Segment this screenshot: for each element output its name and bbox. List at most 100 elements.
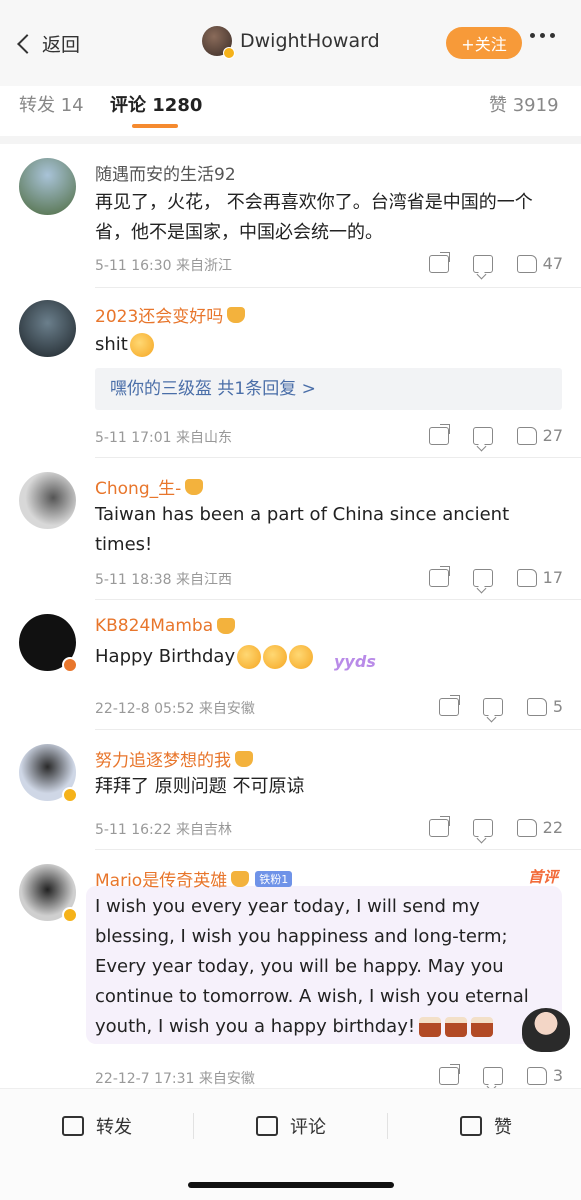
thumbs-up-icon <box>516 426 537 445</box>
vip-crown-icon <box>217 618 236 634</box>
avatar[interactable] <box>19 744 78 803</box>
comment-actions: 47 <box>428 251 563 273</box>
tab-comments[interactable]: 评论 1280 <box>110 91 202 117</box>
share-icon[interactable] <box>428 251 450 273</box>
like-button-bottom[interactable]: 赞 <box>460 1113 512 1139</box>
cake-emoji-icon <box>471 1017 494 1037</box>
reply-icon[interactable] <box>472 818 493 837</box>
comment-username[interactable]: 努力追逐梦想的我 <box>95 746 253 771</box>
like-label: 赞 <box>494 1117 512 1138</box>
like-count: 3 <box>552 1066 563 1085</box>
like-button[interactable]: 22 <box>516 818 563 837</box>
comment-item: Chong_生- Taiwan has been a part of China… <box>0 458 581 600</box>
like-count: 27 <box>542 426 563 445</box>
username-text: Mario是传奇英雄 <box>95 871 228 891</box>
vip-crown-icon <box>231 870 250 887</box>
comment-location: 来自安徽 <box>198 701 255 717</box>
more-options-icon[interactable] <box>530 33 555 38</box>
tab-repost[interactable]: 转发 14 <box>19 91 84 117</box>
username-text: KB824Mamba <box>95 616 214 636</box>
avatar[interactable] <box>19 864 78 923</box>
reply-icon[interactable] <box>472 568 493 587</box>
share-icon[interactable] <box>438 694 460 716</box>
username-text: 2023还会变好吗 <box>95 307 224 327</box>
share-icon[interactable] <box>428 565 450 587</box>
thumbs-up-icon <box>516 568 537 587</box>
back-label: 返回 <box>42 34 81 56</box>
comment-username[interactable]: Chong_生- <box>95 474 204 499</box>
comment-meta: 22-12-7 17:31 来自安徽 <box>95 1068 255 1088</box>
comment-text: I wish you every year today, I will send… <box>95 892 550 1042</box>
username-text: Chong_生- <box>95 479 182 499</box>
comment-text: Taiwan has been a part of China since an… <box>95 504 510 555</box>
comment-location: 来自江西 <box>176 572 233 588</box>
comment-icon <box>256 1116 278 1136</box>
share-icon[interactable] <box>428 423 450 445</box>
comment-button[interactable]: 评论 <box>256 1113 326 1139</box>
avatar[interactable] <box>19 614 78 673</box>
comment-item: Mario是传奇英雄 铁粉1 I wish you every year toda… <box>0 850 581 1088</box>
comment-location: 来自安徽 <box>198 1071 255 1087</box>
comment-username[interactable]: Mario是传奇英雄 铁粉1 <box>95 866 293 891</box>
like-button[interactable]: 3 <box>526 1066 563 1085</box>
share-icon <box>62 1116 84 1136</box>
comment-username[interactable]: 随遇而安的生活92 <box>95 160 236 185</box>
reply-icon[interactable] <box>482 1066 503 1085</box>
like-button[interactable]: 17 <box>516 568 563 587</box>
comment-text: Happy Birthday <box>95 642 565 672</box>
detail-tabs: 转发 14 评论 1280 赞 3919 <box>0 86 581 136</box>
comment-item: 随遇而安的生活92 再见了，火花， 不会再喜欢你了。台湾省是中国的一个省，他不是… <box>0 144 581 288</box>
vip-crown-icon <box>235 750 253 767</box>
comment-meta: 5-11 16:30 来自浙江 <box>95 255 232 275</box>
share-icon[interactable] <box>428 815 450 837</box>
kiss-emoji-icon <box>237 645 262 669</box>
like-button[interactable]: 5 <box>526 697 563 716</box>
comment-location: 来自吉林 <box>176 822 233 838</box>
avatar[interactable] <box>19 158 76 215</box>
decorative-avatar-sticker <box>522 1008 570 1052</box>
comment-text: 再见了，火花， 不会再喜欢你了。台湾省是中国的一个省，他不是国家，中国必会统一的… <box>95 192 533 243</box>
comment-meta: 22-12-8 05:52 来自安徽 <box>95 698 255 718</box>
comment-actions: 5 <box>438 694 563 716</box>
comment-time: 5-11 17:01 <box>95 430 172 446</box>
active-tab-indicator <box>132 124 178 128</box>
kiss-emoji-icon <box>289 645 314 669</box>
comment-actions: 27 <box>428 423 563 445</box>
follow-button[interactable]: +关注 <box>446 27 522 59</box>
repost-button[interactable]: 转发 <box>62 1113 132 1139</box>
thumbs-up-icon <box>460 1116 482 1136</box>
like-button[interactable]: 47 <box>516 254 563 273</box>
tab-likes[interactable]: 赞 3919 <box>489 91 559 117</box>
reply-icon[interactable] <box>482 697 503 716</box>
like-count: 17 <box>542 568 563 587</box>
comment-actions: 17 <box>428 565 563 587</box>
comment-text: shit <box>95 330 565 360</box>
avatar[interactable] <box>19 300 76 357</box>
like-button[interactable]: 27 <box>516 426 563 445</box>
comment-username[interactable]: KB824Mamba <box>95 616 236 636</box>
like-count: 47 <box>542 254 563 273</box>
home-indicator <box>188 1182 394 1188</box>
comment-time: 22-12-7 17:31 <box>95 1071 195 1087</box>
comment-meta: 5-11 18:38 来自江西 <box>95 569 232 589</box>
back-button[interactable]: 返回 <box>14 30 80 57</box>
account-title[interactable]: DwightHoward <box>202 26 380 59</box>
comment-location: 来自浙江 <box>176 258 233 274</box>
reply-icon[interactable] <box>472 254 493 273</box>
thumbs-up-icon <box>526 697 547 716</box>
comment-time: 5-11 16:30 <box>95 258 172 274</box>
verified-badge-icon <box>62 657 78 673</box>
share-icon[interactable] <box>438 1063 460 1085</box>
comment-text-body: Happy Birthday <box>95 646 236 667</box>
account-avatar <box>202 26 235 59</box>
comment-username[interactable]: 2023还会变好吗 <box>95 302 246 327</box>
comment-location: 来自山东 <box>176 430 233 446</box>
comment-label: 评论 <box>290 1117 326 1138</box>
comment-item: KB824Mamba Happy Birthday 22-12-8 05:52 … <box>0 600 581 730</box>
first-comment-label: 首评 <box>528 868 559 886</box>
comment-actions: 3 <box>438 1063 563 1085</box>
reply-icon[interactable] <box>472 426 493 445</box>
avatar[interactable] <box>19 472 76 529</box>
reply-preview[interactable]: 嘿你的三级盔 共1条回复 > <box>95 368 562 410</box>
nav-header: 返回 DwightHoward +关注 <box>0 0 581 86</box>
